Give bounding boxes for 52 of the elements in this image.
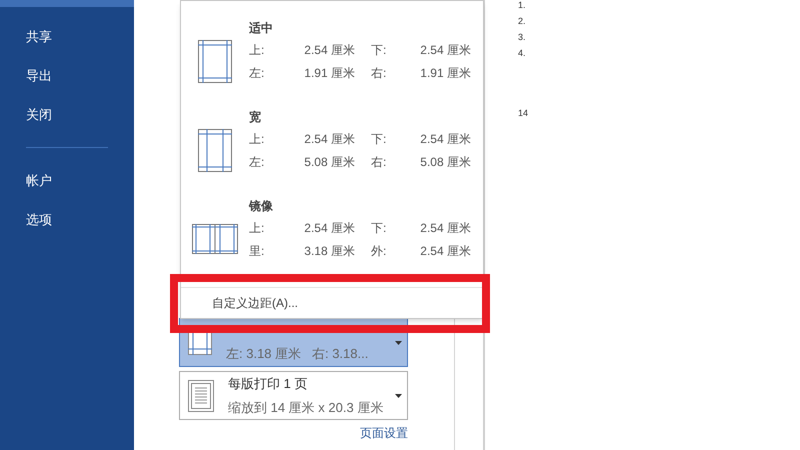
option-title: 每版打印 1 页: [228, 375, 308, 393]
margin-value: 2.54 厘米: [303, 131, 355, 147]
margin-label: 里:: [249, 243, 266, 259]
margin-label: 右:: [370, 65, 388, 81]
preset-name: 镜像: [249, 198, 274, 215]
sidebar-item[interactable]: 导出: [26, 66, 52, 86]
list-number: 1.: [518, 0, 527, 12]
option-subtitle: 左: 3.18 厘米 右: 3.18...: [226, 344, 368, 363]
margin-value: 3.18 厘米: [303, 243, 355, 259]
dropdown-caret-icon: [395, 341, 402, 345]
list-number: 4.: [518, 47, 527, 60]
margin-value: 2.54 厘米: [419, 42, 471, 58]
margin-value: 5.08 厘米: [419, 154, 471, 170]
margin-value: 2.54 厘米: [303, 42, 355, 58]
preset-name: 宽: [249, 109, 262, 126]
sidebar-item[interactable]: 选项: [26, 210, 52, 230]
wide-margins-icon: [198, 128, 232, 172]
margin-preset-item[interactable]: 适中 上: 2.54 厘米 下: 2.54 厘米 左: 1.91 厘米 右: 1.91 厘米: [181, 20, 483, 109]
margin-value: 5.08 厘米: [303, 154, 355, 170]
margin-label: 下:: [370, 42, 388, 58]
margin-label: 上:: [249, 220, 266, 236]
margin-label: 右:: [370, 154, 388, 170]
sidebar-item[interactable]: 共享: [26, 26, 52, 46]
dropdown-caret-icon: [395, 394, 402, 398]
margin-value: 1.91 厘米: [303, 65, 355, 81]
margin-preset-item[interactable]: 镜像 上: 2.54 厘米 下: 2.54 厘米 里: 3.18 厘米 外: 2.54 厘米: [181, 198, 483, 287]
page-number: 14: [518, 107, 530, 120]
preset-name: 适中: [249, 20, 274, 37]
sidebar-item[interactable]: 帐户: [26, 170, 52, 190]
margin-value: 2.54 厘米: [419, 131, 471, 147]
margin-label: 左:: [249, 65, 266, 81]
mirrored-margins-icon: [192, 224, 238, 254]
option-subtitle: 缩放到 14 厘米 x 20.3 厘米: [228, 398, 384, 416]
margin-label: 上:: [249, 131, 266, 147]
custom-margins-item[interactable]: 自定义边距(A)...: [181, 288, 483, 318]
pages-per-sheet-dropdown[interactable]: 每版打印 1 页 缩放到 14 厘米 x 20.3 厘米: [179, 371, 408, 420]
list-number: 3.: [518, 31, 527, 44]
margin-label: 上:: [249, 42, 266, 58]
list-number: 2.: [518, 15, 527, 28]
page-setup-link[interactable]: 页面设置: [360, 424, 408, 442]
margin-value: 2.54 厘米: [419, 220, 471, 236]
normal-margins-icon: [198, 40, 232, 82]
margin-preset-item[interactable]: 宽 上: 2.54 厘米 下: 2.54 厘米 左: 5.08 厘米 右: 5.08 厘米: [181, 109, 483, 198]
margin-label: 下:: [370, 131, 388, 147]
margin-label: 左:: [249, 154, 266, 170]
sidebar-item[interactable]: 关闭: [26, 104, 52, 124]
document-icon: [188, 380, 214, 412]
margin-value: 2.54 厘米: [303, 220, 355, 236]
margin-value: 2.54 厘米: [419, 243, 471, 259]
margin-label: 外:: [370, 243, 388, 259]
margin-value: 1.91 厘米: [419, 65, 471, 81]
margin-label: 下:: [370, 220, 388, 236]
